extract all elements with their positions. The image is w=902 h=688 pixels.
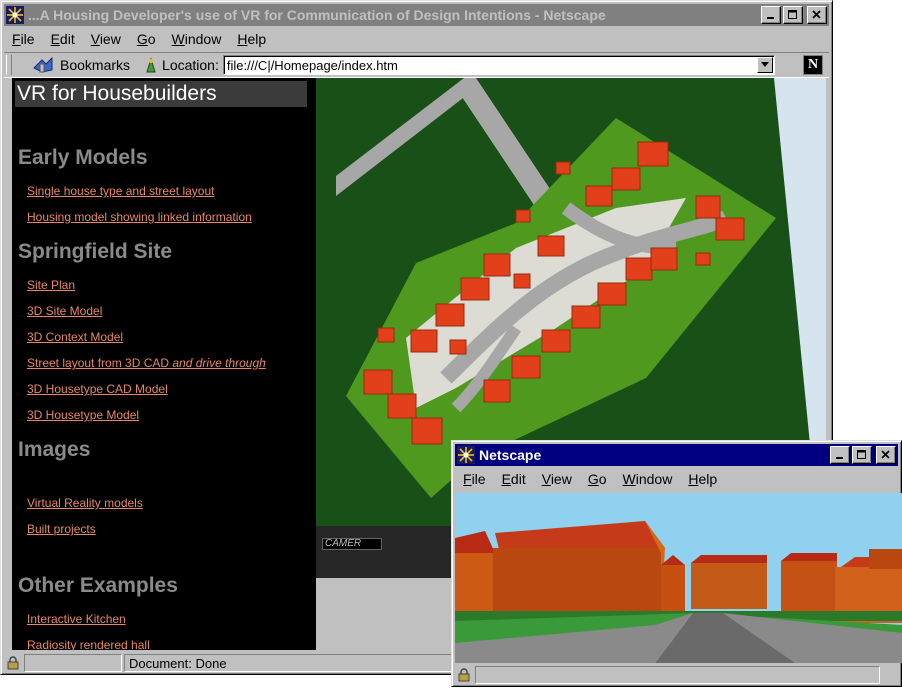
link-site-plan[interactable]: Site Plan (27, 278, 75, 292)
popup-menu-edit[interactable]: Edit (494, 471, 534, 487)
close-icon (881, 450, 890, 459)
popup-menu-go[interactable]: Go (580, 471, 615, 487)
link-interactive-kitchen[interactable]: Interactive Kitchen (27, 612, 126, 626)
dropdown-arrow-icon (760, 62, 769, 67)
bookmarks-label: Bookmarks (60, 57, 131, 73)
menu-window[interactable]: Window (164, 31, 230, 47)
close-button[interactable] (807, 6, 827, 24)
bookmarks-button[interactable]: Bookmarks (32, 56, 130, 74)
bookmarks-icon (33, 56, 53, 73)
popup-minimize-button[interactable] (830, 446, 850, 464)
popup-close-button[interactable] (876, 446, 896, 464)
toolbar-grip[interactable] (6, 55, 12, 75)
minimize-button[interactable] (761, 6, 781, 24)
link-virtual-reality-models[interactable]: Virtual Reality models (27, 496, 143, 510)
status-text: Document: Done (124, 654, 454, 672)
menu-help[interactable]: Help (229, 31, 274, 47)
location-input[interactable]: file:///C|/Homepage/index.htm (222, 55, 775, 75)
popup-menu-help[interactable]: Help (680, 471, 725, 487)
main-title-bar[interactable]: ...A Housing Developer's use of VR for C… (4, 4, 829, 26)
netscape-app-icon (6, 6, 24, 24)
status-progress-cell (24, 654, 122, 672)
popup-title-bar[interactable]: Netscape (455, 444, 898, 466)
location-url: file:///C|/Homepage/index.htm (226, 57, 398, 73)
minimize-icon (836, 457, 843, 459)
minimize-icon (767, 17, 774, 19)
location-label: Location: (162, 57, 219, 73)
section-heading-images: Images (18, 438, 91, 461)
popup-menu-file[interactable]: File (455, 471, 494, 487)
link-3d-housetype-model[interactable]: 3D Housetype Model (27, 408, 139, 422)
link-built-projects[interactable]: Built projects (27, 522, 96, 536)
link-3d-context-model[interactable]: 3D Context Model (27, 330, 123, 344)
window-title: ...A Housing Developer's use of VR for C… (28, 7, 606, 23)
popup-status-cell (475, 666, 880, 684)
netscape-app-icon (457, 446, 475, 464)
popup-menu-bar: File Edit View Go Window Help (455, 467, 898, 491)
link-radiosity-hall[interactable]: Radiosity rendered hall (27, 638, 150, 650)
sidebar-title: VR for Housebuilders (15, 81, 307, 107)
menu-bar: File Edit View Go Window Help (4, 27, 829, 51)
maximize-icon (857, 450, 866, 459)
popup-menu-window[interactable]: Window (615, 471, 681, 487)
close-icon (812, 10, 821, 19)
menu-view[interactable]: View (83, 31, 129, 47)
menu-edit[interactable]: Edit (43, 31, 83, 47)
link-3d-housetype-cad[interactable]: 3D Housetype CAD Model (27, 382, 168, 396)
netscape-n-logo[interactable]: N (803, 55, 823, 75)
popup-window-title: Netscape (479, 447, 542, 463)
link-street-layout-text: Street layout from 3D CAD (27, 356, 170, 370)
link-housing-model-linked-info[interactable]: Housing model showing linked information (27, 210, 252, 224)
link-single-house-type[interactable]: Single house type and street layout (27, 184, 214, 198)
popup-maximize-button[interactable] (852, 446, 872, 464)
link-3d-site-model[interactable]: 3D Site Model (27, 304, 102, 318)
link-street-layout-suffix: and drive through (172, 356, 266, 370)
maximize-button[interactable] (783, 6, 803, 24)
sidebar-frame: VR for Housebuilders Early Models Single… (12, 78, 316, 650)
menu-go[interactable]: Go (129, 31, 164, 47)
vr-street-view[interactable] (455, 493, 902, 663)
security-lock-icon[interactable] (455, 667, 473, 683)
popup-status-bar (455, 665, 898, 685)
section-heading-springfield-site: Springfield Site (18, 240, 173, 263)
popup-menu-view[interactable]: View (534, 471, 580, 487)
location-dropdown-button[interactable] (756, 57, 773, 73)
section-heading-early-models: Early Models (18, 146, 148, 169)
camera-label: CAMER (322, 538, 382, 550)
menu-file[interactable]: File (4, 31, 43, 47)
link-street-layout[interactable]: Street layout from 3D CAD and drive thro… (27, 356, 266, 370)
section-heading-other-examples: Other Examples (18, 574, 178, 597)
vr-navigation-panel[interactable]: CAMER (316, 526, 452, 578)
maximize-icon (788, 10, 797, 19)
location-icon[interactable] (144, 57, 158, 73)
location-toolbar: Bookmarks Location: file:///C|/Homepage/… (4, 52, 829, 78)
security-lock-icon[interactable] (4, 655, 22, 671)
